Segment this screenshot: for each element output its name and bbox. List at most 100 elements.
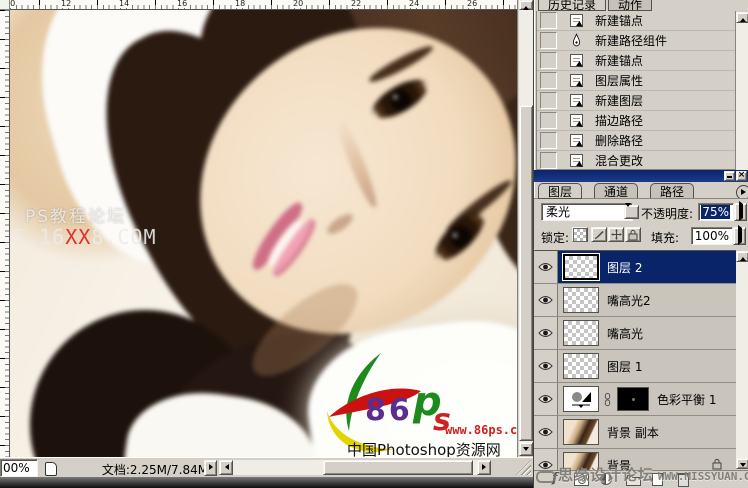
layers-scrollbar[interactable] (736, 250, 748, 470)
delete-layer-button[interactable] (678, 475, 689, 487)
history-state-icon (569, 14, 583, 27)
history-item[interactable]: 删除路径 (537, 131, 735, 151)
layer-style-button[interactable] (548, 471, 563, 486)
history-item[interactable]: 新建锚点 (537, 11, 735, 31)
zoom-level-field[interactable]: 00% (0, 459, 38, 477)
opacity-spinner-button[interactable] (734, 201, 747, 221)
blend-mode-select[interactable]: 柔光 (541, 203, 639, 224)
lock-paint-button[interactable] (591, 227, 607, 242)
ruler-label: 22 (350, 0, 363, 8)
history-item-label: 新建图层 (595, 94, 644, 108)
vertical-ruler[interactable] (0, 10, 10, 457)
eye-icon (538, 296, 553, 304)
layer-thumbnail[interactable] (563, 452, 599, 471)
visibility-toggle[interactable] (534, 449, 558, 471)
layer-name: 图层 1 (607, 359, 643, 374)
lock-transparency-button[interactable] (572, 227, 588, 242)
layer-row[interactable]: 背景 副本 (534, 416, 736, 449)
tab-history[interactable]: 历史记录 (538, 0, 607, 11)
history-state-icon (569, 74, 583, 87)
scroll-down-button[interactable] (736, 458, 748, 469)
layer-thumbnail[interactable] (562, 253, 600, 281)
ruler-origin[interactable] (0, 0, 10, 10)
layer-row[interactable]: 背景 (534, 449, 736, 471)
history-scrollbar[interactable] (736, 11, 748, 170)
visibility-toggle[interactable] (534, 317, 558, 349)
lock-all-button[interactable] (625, 227, 641, 242)
layer-row[interactable]: 图层 2 (534, 251, 736, 284)
history-state-icon (569, 134, 583, 147)
scroll-track[interactable] (736, 23, 748, 170)
tab-actions[interactable]: 动作 (608, 0, 653, 11)
chevron-down-icon[interactable] (624, 203, 639, 224)
close-button[interactable] (736, 171, 747, 181)
ruler-label: 12 (60, 0, 73, 8)
layer-row[interactable]: 图层 1 (534, 350, 736, 383)
history-item[interactable]: 描边路径 (537, 111, 735, 131)
history-state-icon (569, 54, 583, 67)
fill-spinner-button[interactable] (733, 225, 746, 245)
history-source-checkbox[interactable] (540, 132, 557, 149)
hscroll-left-button[interactable] (219, 460, 233, 475)
adjustment-layer-button[interactable] (600, 473, 612, 485)
scroll-up-button[interactable] (736, 12, 748, 23)
horizontal-ruler[interactable]: 10 12 14 16 18 20 22 24 26 (10, 0, 517, 10)
palette-title-bar[interactable] (534, 170, 748, 182)
hscroll-thumb[interactable] (323, 460, 473, 475)
document-canvas[interactable]: PS教程论坛 BS.16XX8.COM 86 p s www.86ps.com … (10, 10, 517, 457)
layer-thumbnail[interactable] (563, 287, 599, 313)
history-source-checkbox[interactable] (540, 92, 557, 109)
opacity-field[interactable]: 75% (698, 203, 734, 221)
history-item[interactable]: 混合更改 (537, 151, 735, 169)
visibility-toggle[interactable] (534, 350, 558, 382)
visibility-toggle[interactable] (534, 284, 558, 316)
blend-mode-value: 柔光 (546, 205, 571, 219)
scroll-up-button[interactable] (519, 0, 533, 10)
canvas-vertical-scrollbar[interactable] (517, 0, 533, 457)
scroll-up-button[interactable] (736, 251, 748, 262)
history-item[interactable]: 图层属性 (537, 71, 735, 91)
new-layer-button[interactable] (652, 473, 663, 486)
layer-row[interactable]: 色彩平衡 1 (534, 383, 736, 416)
layer-thumbnail[interactable] (563, 419, 599, 445)
fill-field[interactable]: 100% (691, 227, 733, 245)
tab-layers[interactable]: 图层 (538, 183, 583, 199)
layer-thumbnail[interactable] (563, 320, 599, 346)
layer-row[interactable]: 嘴高光 (534, 317, 736, 350)
canvas-watermark-line1: PS教程论坛 (25, 207, 127, 227)
tab-paths[interactable]: 路径 (650, 183, 695, 199)
logo-url: www.86ps.com (445, 423, 517, 437)
new-group-button[interactable] (626, 474, 641, 486)
layer-row[interactable]: 嘴高光2 (534, 284, 736, 317)
tab-channels[interactable]: 通道 (594, 183, 639, 199)
history-source-checkbox[interactable] (540, 72, 557, 89)
hscroll-right-button[interactable] (477, 460, 491, 475)
layer-mask-thumbnail[interactable] (617, 387, 649, 411)
history-state-icon (569, 154, 583, 167)
history-source-checkbox[interactable] (540, 152, 557, 169)
layer-options: 柔光 不透明度: 75% 锁定: 填充: 100% (534, 198, 748, 249)
scroll-thumb[interactable] (519, 105, 533, 441)
history-source-checkbox[interactable] (540, 32, 557, 49)
minimize-button[interactable] (724, 171, 735, 181)
history-source-checkbox[interactable] (540, 12, 557, 29)
scroll-track[interactable] (736, 262, 748, 458)
visibility-toggle[interactable] (534, 251, 558, 283)
lock-position-button[interactable] (608, 227, 624, 242)
watermark-text: 8.COM (91, 225, 157, 249)
layer-thumbnail[interactable] (563, 353, 599, 379)
history-item[interactable]: 新建锚点 (537, 51, 735, 71)
document-status-icon (45, 462, 57, 476)
history-item[interactable]: 新建图层 (537, 91, 735, 111)
history-source-checkbox[interactable] (540, 52, 557, 69)
window-resize-grip[interactable] (516, 460, 531, 475)
status-menu-button[interactable] (204, 460, 217, 476)
scroll-down-button[interactable] (519, 442, 533, 456)
visibility-toggle[interactable] (534, 416, 558, 448)
history-item[interactable]: 新建路径组件 (537, 31, 735, 51)
visibility-toggle[interactable] (534, 383, 558, 415)
adjustment-layer-thumbnail[interactable] (563, 386, 599, 412)
lock-icon (712, 458, 722, 469)
history-source-checkbox[interactable] (540, 112, 557, 129)
add-mask-button[interactable] (574, 473, 589, 486)
